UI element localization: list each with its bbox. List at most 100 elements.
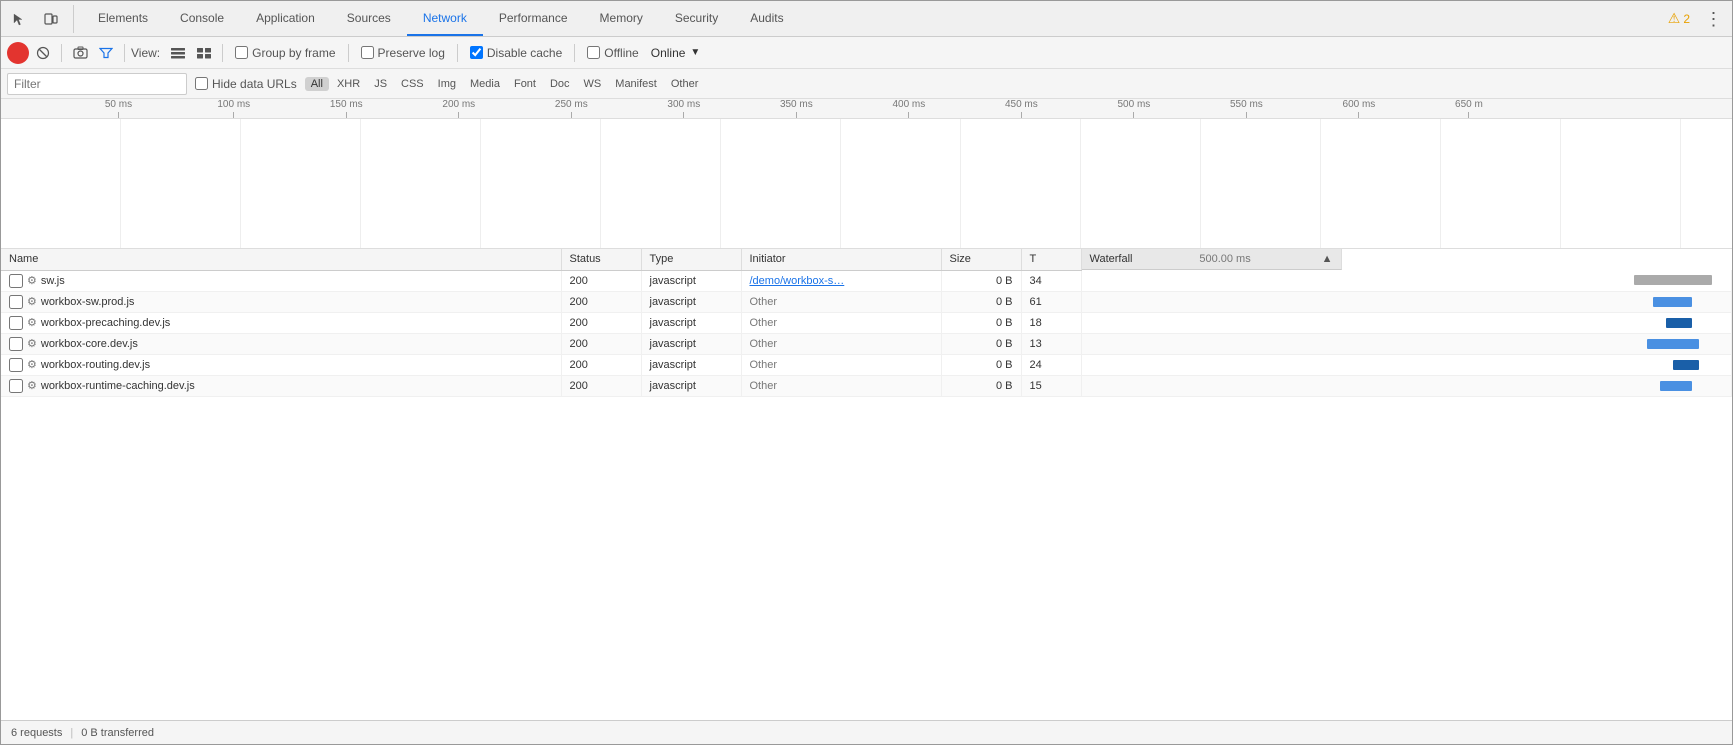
ruler-tick: 650 m	[1455, 99, 1483, 118]
table-row[interactable]: ⚙ workbox-precaching.dev.js 200javascrip…	[1, 312, 1732, 333]
table-row[interactable]: ⚙ workbox-runtime-caching.dev.js 200java…	[1, 375, 1732, 396]
col-header-initiator[interactable]: Initiator	[741, 249, 941, 270]
waterfall-bar-container	[1082, 313, 1732, 333]
gear-icon: ⚙	[27, 358, 37, 371]
camera-icon[interactable]	[68, 41, 92, 65]
status-separator: |	[70, 727, 73, 739]
col-header-type[interactable]: Type	[641, 249, 741, 270]
table-row[interactable]: ⚙ workbox-core.dev.js 200javascriptOther…	[1, 333, 1732, 354]
filter-js-button[interactable]: JS	[368, 77, 393, 91]
list-view-icon[interactable]	[166, 41, 190, 65]
network-table: Name Status Type Initiator Size T	[1, 249, 1732, 397]
tab-audits[interactable]: Audits	[734, 1, 799, 36]
tab-memory[interactable]: Memory	[584, 1, 659, 36]
col-header-size[interactable]: Size	[941, 249, 1021, 270]
initiator-link[interactable]: /demo/workbox-s…	[750, 275, 845, 287]
filter-xhr-button[interactable]: XHR	[331, 77, 366, 91]
row-checkbox[interactable]	[9, 379, 23, 393]
network-toolbar: View: Group by frame Preserve log Disabl…	[1, 37, 1732, 69]
hide-data-urls-checkbox[interactable]	[195, 77, 208, 90]
gear-icon: ⚙	[27, 316, 37, 329]
waterfall-bar	[1634, 275, 1712, 285]
ruler-tick: 550 ms	[1230, 99, 1263, 118]
file-name: workbox-precaching.dev.js	[41, 317, 170, 329]
tab-performance[interactable]: Performance	[483, 1, 584, 36]
initiator-cell: Other	[741, 291, 941, 312]
row-checkbox[interactable]	[9, 337, 23, 351]
filter-other-button[interactable]: Other	[665, 77, 705, 91]
col-header-status[interactable]: Status	[561, 249, 641, 270]
more-options-icon[interactable]: ⋮	[1700, 5, 1728, 33]
waterfall-bar	[1666, 318, 1692, 328]
view-label: View:	[131, 46, 160, 60]
tab-sources[interactable]: Sources	[331, 1, 407, 36]
offline-checkbox[interactable]	[587, 46, 600, 59]
sort-arrow-icon: ▲	[1322, 253, 1333, 265]
preserve-log-checkbox[interactable]	[361, 46, 374, 59]
row-checkbox[interactable]	[9, 358, 23, 372]
record-button[interactable]	[7, 42, 29, 64]
filter-media-button[interactable]: Media	[464, 77, 506, 91]
size-cell: 0 B	[941, 291, 1021, 312]
tab-elements[interactable]: Elements	[82, 1, 164, 36]
table-header: Name Status Type Initiator Size T	[1, 249, 1732, 270]
network-table-container[interactable]: Name Status Type Initiator Size T	[1, 249, 1732, 720]
device-toggle-icon[interactable]	[37, 5, 65, 33]
warning-badge[interactable]: ⚠ 2	[1662, 10, 1696, 27]
disable-cache-option[interactable]: Disable cache	[470, 46, 562, 60]
row-checkbox[interactable]	[9, 316, 23, 330]
col-header-waterfall[interactable]: Waterfall 500.00 ms ▲	[1082, 249, 1342, 270]
waterfall-bar-container	[1082, 355, 1732, 375]
filter-ws-button[interactable]: WS	[578, 77, 608, 91]
filter-font-button[interactable]: Font	[508, 77, 542, 91]
filter-input[interactable]	[7, 73, 187, 95]
group-view-icon[interactable]	[192, 41, 216, 65]
waterfall-bar	[1647, 339, 1699, 349]
filter-doc-button[interactable]: Doc	[544, 77, 576, 91]
file-name: workbox-routing.dev.js	[41, 359, 150, 371]
devtools-controls	[5, 5, 74, 33]
tab-console[interactable]: Console	[164, 1, 240, 36]
cursor-icon[interactable]	[5, 5, 33, 33]
preserve-log-option[interactable]: Preserve log	[361, 46, 445, 60]
initiator-cell[interactable]: /demo/workbox-s…	[741, 270, 941, 291]
tab-bar-right: ⚠ 2 ⋮	[1662, 5, 1728, 33]
size-cell: 0 B	[941, 333, 1021, 354]
tab-bar: Elements Console Application Sources Net…	[1, 1, 1732, 37]
filter-all-button[interactable]: All	[305, 77, 329, 91]
group-by-frame-checkbox[interactable]	[235, 46, 248, 59]
type-cell: javascript	[641, 333, 741, 354]
filter-css-button[interactable]: CSS	[395, 77, 430, 91]
col-header-name[interactable]: Name	[1, 249, 561, 270]
filter-img-button[interactable]: Img	[432, 77, 462, 91]
type-cell: javascript	[641, 375, 741, 396]
ruler-tick: 150 ms	[330, 99, 363, 118]
transferred-size: 0 B transferred	[81, 727, 154, 739]
disable-cache-checkbox[interactable]	[470, 46, 483, 59]
ruler-tick: 250 ms	[555, 99, 588, 118]
table-row[interactable]: ⚙ workbox-sw.prod.js 200javascriptOther0…	[1, 291, 1732, 312]
status-cell: 200	[561, 333, 641, 354]
timeline-ruler: 50 ms100 ms150 ms200 ms250 ms300 ms350 m…	[1, 99, 1732, 119]
col-header-time[interactable]: T	[1021, 249, 1081, 270]
filter-type-buttons: All XHR JS CSS Img Media Font Doc WS Man…	[305, 77, 705, 91]
network-throttling-select[interactable]: Online ▼	[651, 46, 701, 60]
tab-security[interactable]: Security	[659, 1, 734, 36]
table-row[interactable]: ⚙ workbox-routing.dev.js 200javascriptOt…	[1, 354, 1732, 375]
waterfall-bar	[1653, 297, 1692, 307]
waterfall-cell	[1081, 312, 1732, 333]
offline-option[interactable]: Offline	[587, 46, 638, 60]
tab-network[interactable]: Network	[407, 1, 483, 36]
filter-manifest-button[interactable]: Manifest	[609, 77, 663, 91]
row-checkbox[interactable]	[9, 295, 23, 309]
hide-data-urls-option[interactable]: Hide data URLs	[195, 77, 297, 91]
tab-application[interactable]: Application	[240, 1, 331, 36]
group-by-frame-option[interactable]: Group by frame	[235, 46, 335, 60]
timeline-content[interactable]	[1, 119, 1732, 248]
gear-icon: ⚙	[27, 379, 37, 392]
table-row[interactable]: ⚙ sw.js 200javascript/demo/workbox-s…0 B…	[1, 270, 1732, 291]
row-checkbox[interactable]	[9, 274, 23, 288]
filter-icon[interactable]	[94, 41, 118, 65]
stop-icon[interactable]	[31, 41, 55, 65]
size-cell: 0 B	[941, 354, 1021, 375]
